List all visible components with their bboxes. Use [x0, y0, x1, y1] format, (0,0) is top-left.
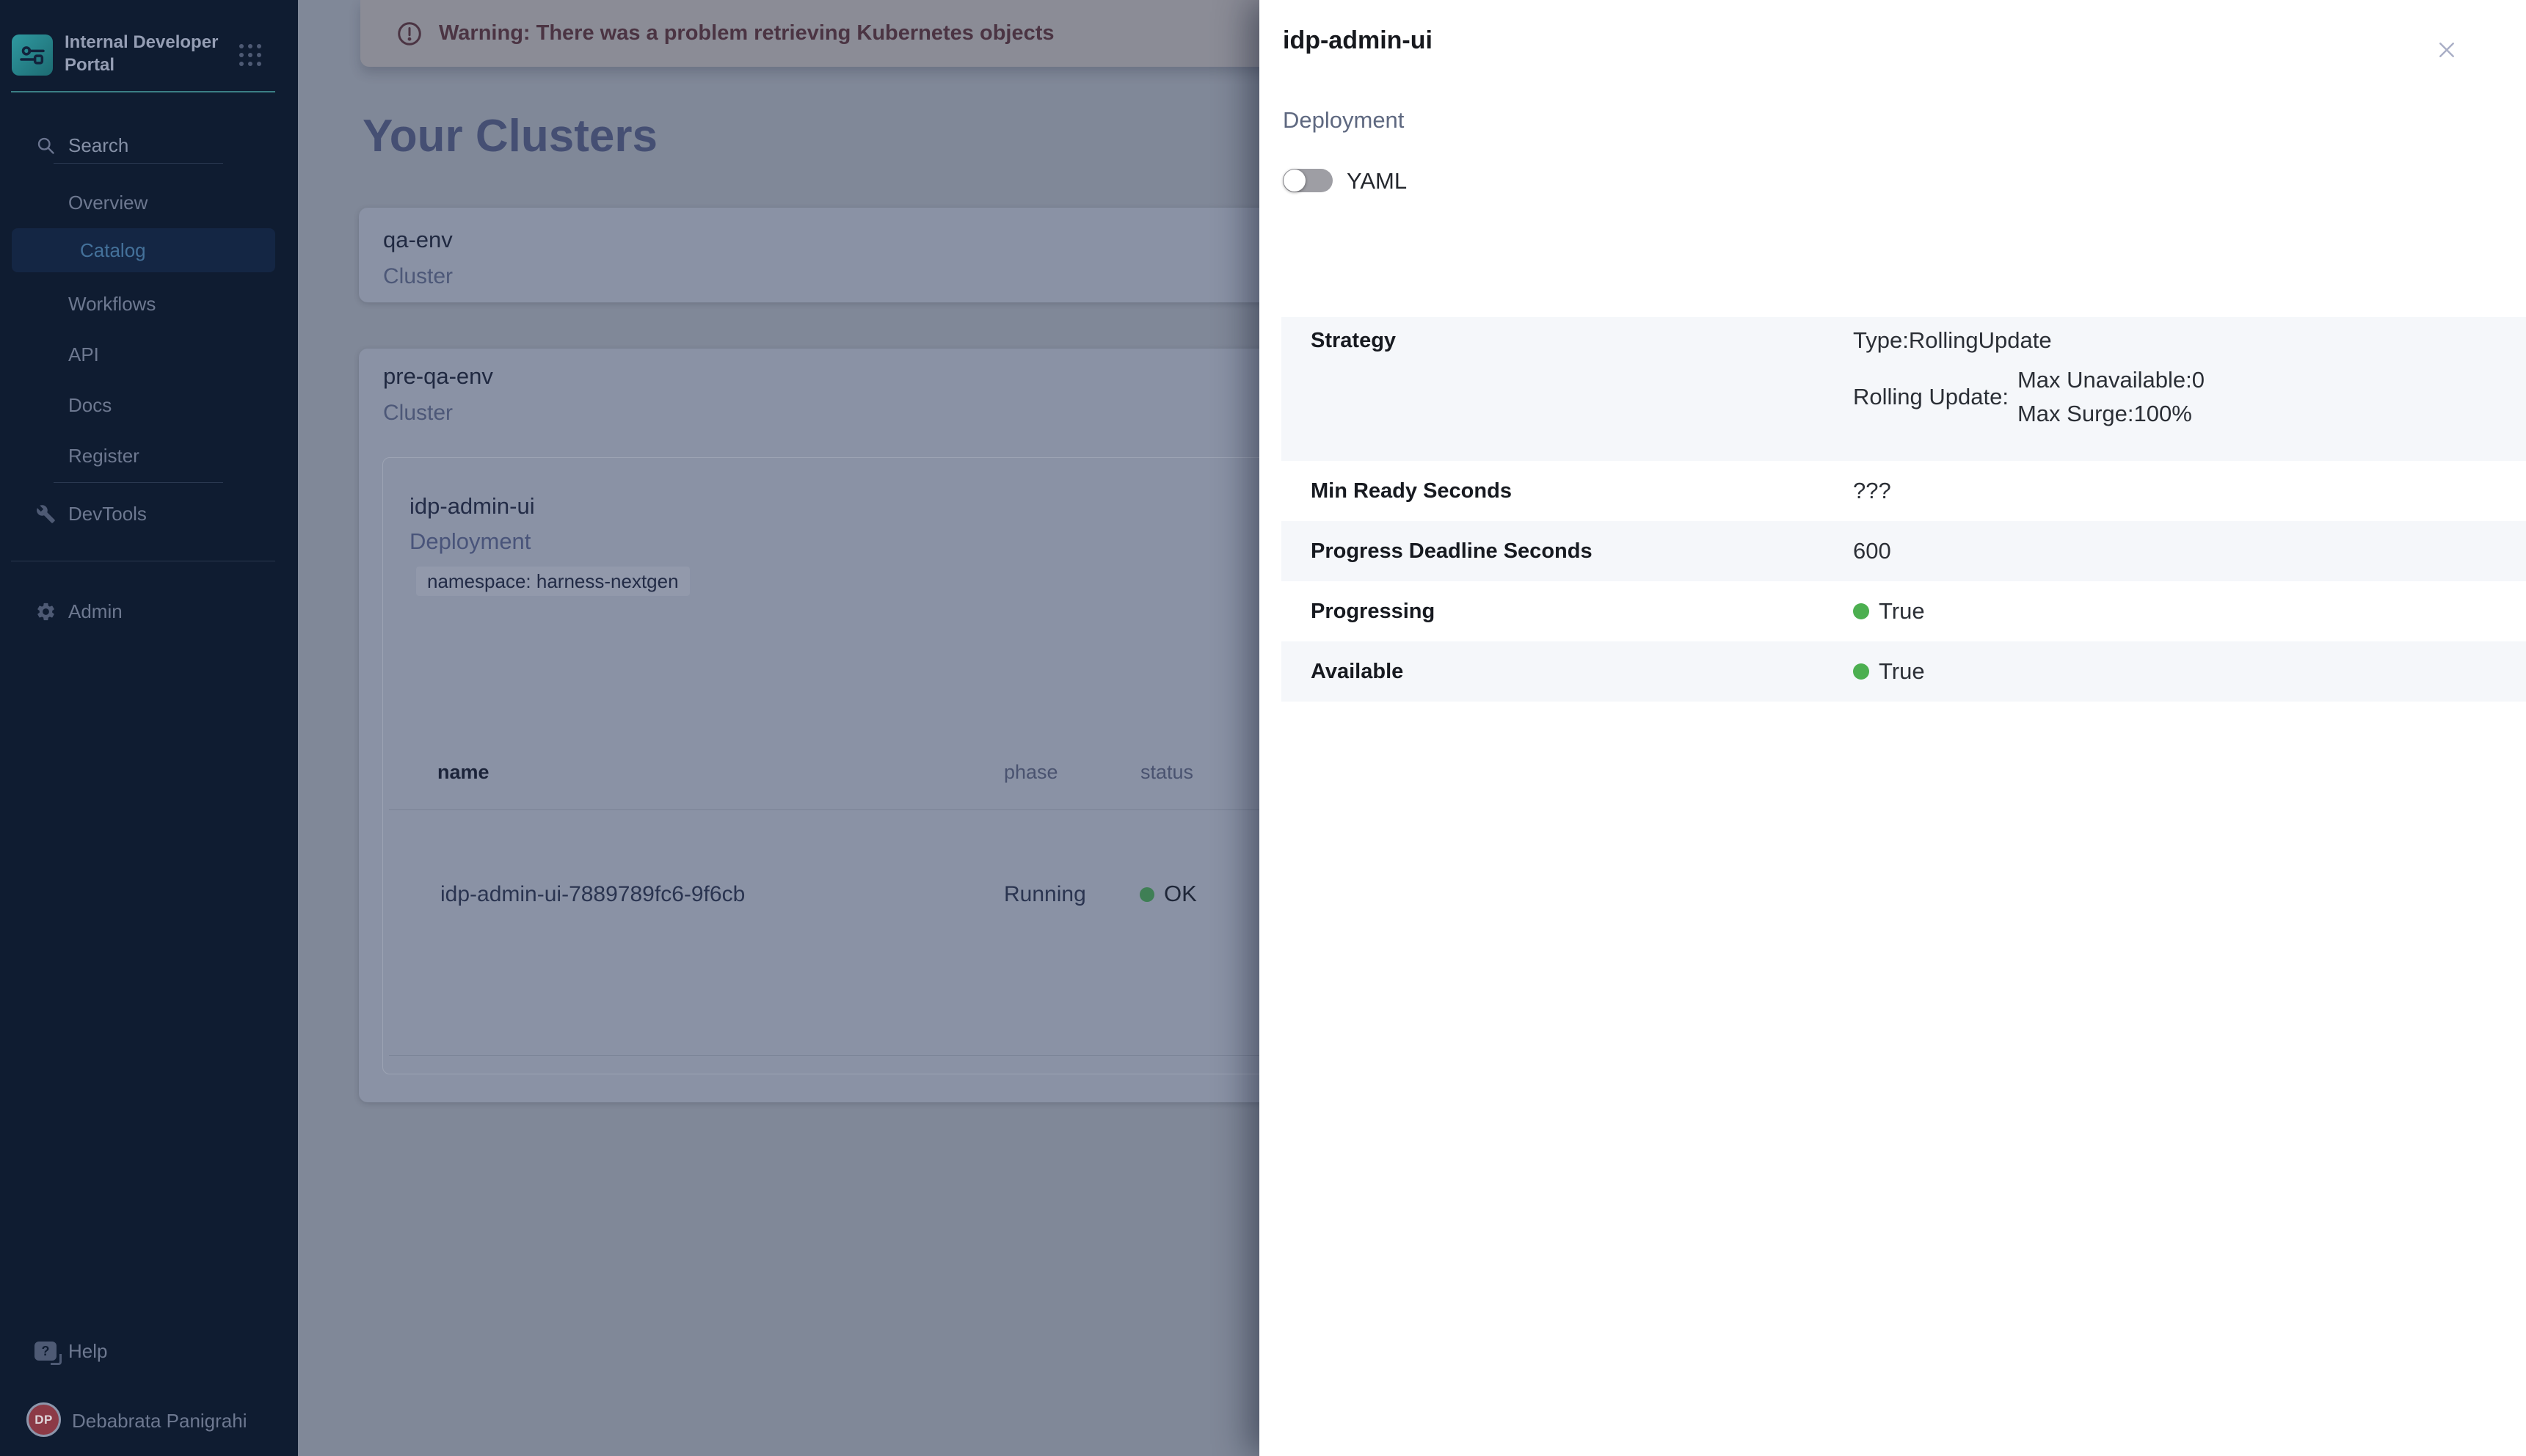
table-divider	[389, 809, 1406, 810]
sidebar-item-label: Overview	[68, 192, 148, 214]
detail-value: True	[1879, 658, 1925, 685]
status-ok-dot	[1853, 603, 1869, 619]
close-icon[interactable]	[2432, 35, 2461, 65]
app-title-line1: Internal Developer	[65, 31, 218, 54]
workload-card-idp-admin-ui[interactable]: idp-admin-ui Deployment namespace: harne…	[382, 457, 1407, 1074]
sidebar-item-admin[interactable]: Admin	[0, 591, 298, 632]
sidebar-item-label: Register	[68, 445, 139, 467]
status-ok-dot	[1853, 663, 1869, 680]
strategy-type: Type:RollingUpdate	[1853, 327, 2205, 354]
sliders-logo-glyph	[18, 40, 47, 70]
deployment-details-drawer: idp-admin-ui Deployment YAML Strategy Ty…	[1259, 0, 2526, 1456]
workload-name: idp-admin-ui	[410, 493, 535, 520]
sidebar-item-label: Admin	[68, 600, 123, 623]
sidebar-item-label: Docs	[68, 394, 112, 417]
drawer-kind-label: Deployment	[1283, 107, 1404, 134]
gear-icon	[34, 600, 57, 623]
app-logo-icon[interactable]	[12, 34, 53, 76]
sidebar-item-workflows[interactable]: Workflows	[0, 283, 298, 324]
detail-value: True	[1879, 598, 1925, 625]
yaml-toggle-knob	[1284, 170, 1306, 192]
pod-name-cell[interactable]: idp-admin-ui-7889789fc6-9f6cb	[440, 882, 745, 907]
sidebar-divider	[54, 163, 223, 164]
sidebar-item-label: Help	[68, 1340, 107, 1363]
pod-phase-cell: Running	[1004, 882, 1086, 907]
strategy-value-block: Type:RollingUpdate Rolling Update: Max U…	[1853, 326, 2205, 427]
max-unavailable-value: Max Unavailable:0	[2017, 367, 2205, 393]
detail-row-available: Available True	[1281, 641, 2526, 702]
sidebar-divider	[54, 482, 223, 483]
detail-row-strategy: Strategy Type:RollingUpdate Rolling Upda…	[1281, 317, 2526, 461]
detail-label: Strategy	[1281, 326, 1853, 353]
pods-table-header-phase: phase	[1004, 761, 1058, 784]
apps-grid-icon[interactable]	[239, 44, 261, 66]
sidebar-item-catalog[interactable]: Catalog	[12, 228, 275, 272]
sidebar-item-label: Workflows	[68, 293, 156, 316]
page-title: Your Clusters	[363, 110, 658, 162]
detail-label: Progressing	[1281, 600, 1853, 624]
help-chat-icon: ?	[34, 1339, 57, 1363]
pods-table-header-status: status	[1140, 761, 1193, 784]
sidebar-item-help[interactable]: ? Help	[0, 1331, 298, 1372]
detail-value: 600	[1853, 538, 1891, 564]
sidebar-item-label: Catalog	[80, 239, 146, 262]
sidebar-user[interactable]: DP Debabrata Panigrahi	[0, 1400, 298, 1441]
sidebar: Internal Developer Portal Search Overvie…	[0, 0, 298, 1456]
detail-row-progressing: Progressing True	[1281, 581, 2526, 641]
wrench-icon	[34, 502, 57, 525]
workload-kind: Deployment	[410, 528, 531, 555]
app-title-line2: Portal	[65, 54, 218, 76]
pod-status-dot	[1140, 887, 1154, 902]
detail-value: ???	[1853, 478, 1891, 504]
warning-banner-text: Warning: There was a problem retrieving …	[439, 21, 1055, 46]
rolling-update-label: Rolling Update:	[1853, 384, 2009, 410]
table-divider	[389, 1055, 1406, 1056]
sidebar-item-search[interactable]: Search	[0, 125, 298, 166]
search-icon	[34, 134, 57, 157]
warning-icon	[396, 21, 423, 47]
sidebar-item-register[interactable]: Register	[0, 435, 298, 476]
user-name: Debabrata Panigrahi	[72, 1410, 247, 1433]
sidebar-accent-divider	[11, 91, 275, 92]
pod-status-cell: OK	[1164, 881, 1197, 907]
yaml-toggle[interactable]	[1283, 169, 1333, 192]
cluster-card-qa-env[interactable]: qa-env Cluster	[359, 208, 1386, 302]
user-avatar: DP	[26, 1402, 61, 1437]
cluster-card-pre-qa-env[interactable]: pre-qa-env Cluster idp-admin-ui Deployme…	[359, 349, 1386, 1102]
sidebar-item-overview[interactable]: Overview	[0, 182, 298, 223]
detail-row-min-ready-seconds: Min Ready Seconds ???	[1281, 461, 2526, 521]
namespace-chip: namespace: harness-nextgen	[416, 567, 690, 596]
sidebar-item-label: Search	[68, 134, 128, 157]
sidebar-item-api[interactable]: API	[0, 334, 298, 375]
cluster-kind: Cluster	[383, 401, 1362, 426]
app-title: Internal Developer Portal	[65, 31, 218, 76]
cluster-name: qa-env	[383, 227, 1362, 253]
cluster-name: pre-qa-env	[383, 363, 1362, 390]
detail-label: Available	[1281, 660, 1853, 684]
drawer-title: idp-admin-ui	[1283, 26, 1433, 55]
sidebar-item-label: API	[68, 343, 99, 366]
detail-label: Progress Deadline Seconds	[1281, 539, 1853, 564]
pods-table-header-name: name	[437, 761, 489, 784]
detail-label: Min Ready Seconds	[1281, 479, 1853, 503]
deployment-details-table: Strategy Type:RollingUpdate Rolling Upda…	[1281, 317, 2526, 702]
sidebar-item-docs[interactable]: Docs	[0, 385, 298, 426]
warning-banner: Warning: There was a problem retrieving …	[360, 0, 1388, 67]
max-surge-value: Max Surge:100%	[2017, 401, 2205, 427]
sidebar-item-devtools[interactable]: DevTools	[0, 493, 298, 534]
yaml-toggle-label: YAML	[1347, 168, 1407, 194]
detail-row-progress-deadline-seconds: Progress Deadline Seconds 600	[1281, 521, 2526, 581]
cluster-kind: Cluster	[383, 264, 1362, 289]
sidebar-item-label: DevTools	[68, 503, 147, 525]
